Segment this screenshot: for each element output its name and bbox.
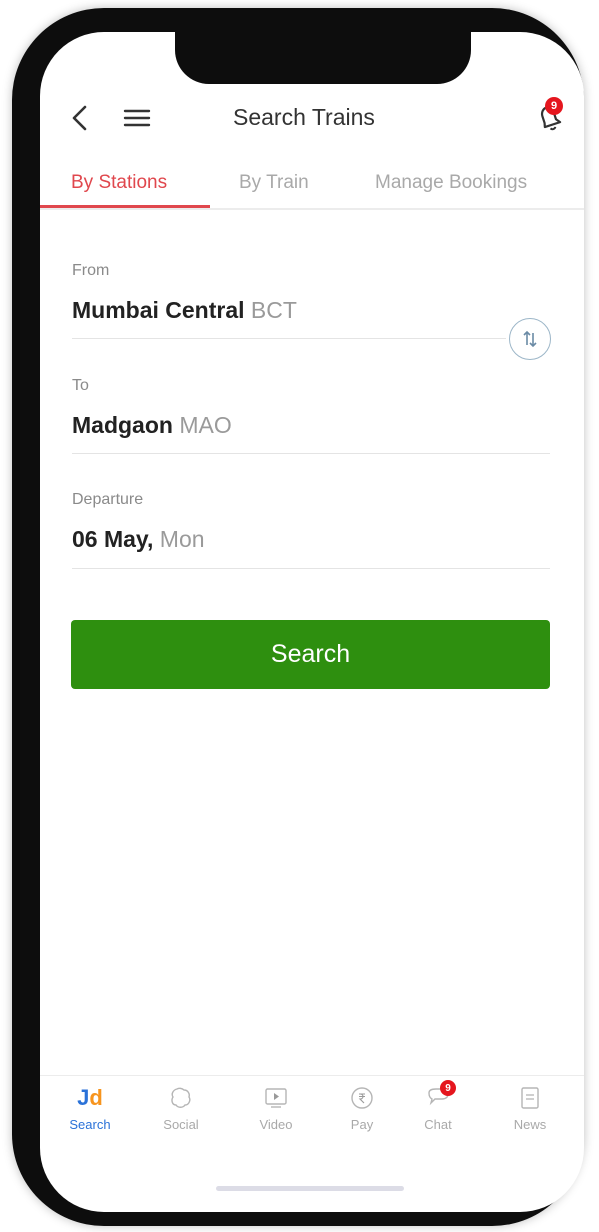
nav-news-label: News: [513, 1117, 547, 1132]
nav-search[interactable]: Jd Search: [50, 1085, 130, 1132]
nav-pay-label: Pay: [350, 1117, 374, 1132]
notification-badge: 9: [545, 97, 563, 115]
menu-button[interactable]: [122, 106, 152, 130]
jd-logo-j: J: [77, 1085, 90, 1110]
to-station-code: MAO: [179, 412, 232, 438]
departure-label: Departure: [72, 491, 144, 508]
back-button[interactable]: [68, 103, 96, 133]
swap-arrows-icon: [523, 330, 537, 348]
tab-by-train[interactable]: By Train: [239, 172, 309, 194]
rupee-pay-icon: [351, 1087, 373, 1109]
nav-social[interactable]: Social: [141, 1085, 221, 1132]
search-button[interactable]: Search: [71, 620, 550, 689]
nav-video[interactable]: Video: [236, 1085, 316, 1132]
to-field[interactable]: Madgaon MAO: [72, 412, 232, 439]
phone-notch: [175, 30, 471, 84]
back-arrow-icon: [72, 105, 87, 131]
from-label: From: [72, 262, 110, 279]
nav-search-label: Search: [69, 1117, 111, 1132]
bottom-nav-divider: [40, 1075, 584, 1076]
hamburger-icon: [123, 109, 151, 127]
tab-by-stations[interactable]: By Stations: [71, 172, 167, 194]
video-icon: [265, 1088, 287, 1108]
tab-divider: [40, 208, 584, 210]
jd-logo-d: d: [89, 1085, 103, 1110]
swap-stations-button[interactable]: [509, 318, 551, 360]
nav-news[interactable]: News: [490, 1085, 570, 1132]
tab-manage-bookings[interactable]: Manage Bookings: [375, 172, 527, 194]
departure-date: 06 May,: [72, 526, 154, 552]
from-station-name: Mumbai Central: [72, 297, 245, 323]
nav-pay[interactable]: Pay: [322, 1085, 402, 1132]
nav-chat-label: Chat: [424, 1117, 452, 1132]
to-station-name: Madgaon: [72, 412, 173, 438]
nav-social-label: Social: [163, 1117, 199, 1132]
to-underline: [72, 453, 550, 454]
from-field[interactable]: Mumbai Central BCT: [72, 297, 297, 324]
notification-button[interactable]: 9: [530, 97, 570, 137]
jd-logo-icon: Jd: [77, 1085, 103, 1111]
nav-chat[interactable]: 9 Chat: [398, 1080, 478, 1132]
nav-video-label: Video: [259, 1117, 293, 1132]
from-underline: [72, 338, 506, 339]
departure-underline: [72, 568, 550, 569]
from-station-code: BCT: [250, 297, 297, 323]
news-icon: [521, 1087, 539, 1109]
social-icon: [171, 1087, 191, 1108]
chat-badge: 9: [440, 1080, 456, 1096]
page-title: Search Trains: [233, 104, 375, 130]
to-label: To: [72, 377, 89, 394]
departure-day: Mon: [159, 526, 205, 552]
active-tab-indicator: [40, 205, 210, 208]
home-indicator[interactable]: [216, 1186, 404, 1191]
departure-field[interactable]: 06 May, Mon: [72, 526, 205, 553]
